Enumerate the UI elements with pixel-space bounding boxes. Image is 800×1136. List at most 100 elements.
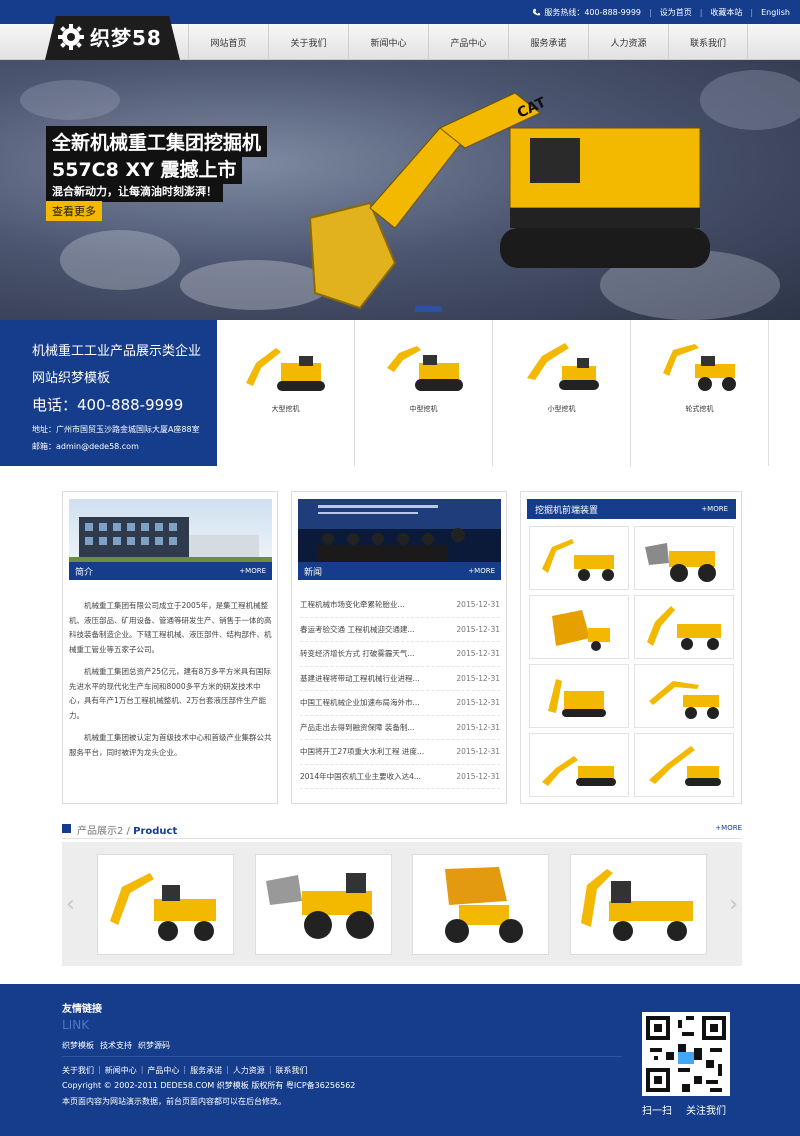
- nav-hr[interactable]: 人力资源: [588, 24, 668, 60]
- front-device-item[interactable]: [529, 733, 629, 797]
- front-device-item[interactable]: [529, 595, 629, 659]
- category-wheeled[interactable]: 轮式挖机: [631, 320, 769, 466]
- friend-links-en: LINK: [62, 1018, 90, 1032]
- scan-label: 扫一扫: [642, 1106, 672, 1117]
- footer-nav-products[interactable]: 产品中心: [147, 1065, 179, 1076]
- gear-logo-icon: [58, 23, 84, 50]
- carousel-next-arrow[interactable]: ›: [729, 892, 738, 917]
- small-excavator-image: [527, 343, 599, 390]
- product-showcase-more-link[interactable]: +MORE: [715, 824, 742, 832]
- news-header: 新闻 +MORE: [298, 562, 501, 580]
- wheeled-excavator-image: [663, 344, 736, 391]
- qr-labels: 扫一扫 关注我们: [642, 1102, 726, 1117]
- product-showcase-header: 产品展示2 / Product +MORE: [62, 822, 742, 837]
- qr-code: [642, 1012, 730, 1096]
- footer-nav-about[interactable]: 关于我们: [62, 1065, 94, 1076]
- nav-products[interactable]: 产品中心: [428, 24, 508, 60]
- intro-paragraph: 机械重工集团有限公司成立于2005年，是集工程机械整机、液压部品、矿用设备、管通…: [69, 601, 272, 654]
- news-item[interactable]: 中国工程机械企业加速布局海外市... 2015-12-31: [300, 691, 500, 716]
- main-nav: 网站首页 关于我们 新闻中心 产品中心 服务承诺 人力资源 联系我们: [188, 24, 748, 60]
- footer-nav-service[interactable]: 服务承诺: [190, 1065, 222, 1076]
- news-item[interactable]: 基建进程将带动工程机械行业进程... 2015-12-31: [300, 667, 500, 691]
- nav-contact[interactable]: 联系我们: [668, 24, 748, 60]
- intro-title: 简介: [75, 567, 94, 578]
- product-showcase-title: 产品展示2 / Product: [77, 826, 178, 837]
- carousel-item[interactable]: [255, 854, 392, 955]
- front-device-more-link[interactable]: +MORE: [701, 505, 728, 513]
- divider: [62, 838, 742, 839]
- news-ceremony-image: [298, 499, 501, 563]
- news-item[interactable]: 产品走出去得到融资保障 装备制... 2015-12-31: [300, 716, 500, 740]
- category-large[interactable]: 大型挖机: [217, 320, 355, 466]
- category-label: 小型挖机: [547, 405, 576, 413]
- medium-excavator-image: [387, 346, 463, 391]
- nav-service[interactable]: 服务承诺: [508, 24, 588, 60]
- nav-home[interactable]: 网站首页: [188, 24, 268, 60]
- set-home-link[interactable]: 设为首页: [660, 7, 692, 18]
- carousel-item[interactable]: [570, 854, 707, 955]
- footer-nav-contact[interactable]: 联系我们: [276, 1065, 308, 1076]
- footer-note: 本页面内容为网站演示数据，前台页面内容都可以在后台修改。: [62, 1097, 286, 1106]
- footer-divider: [62, 1056, 622, 1057]
- friend-links: 织梦模板 技术支持 织梦源码: [62, 1040, 170, 1051]
- info-email[interactable]: 邮箱：admin@dede58.com: [32, 441, 139, 452]
- front-device-item[interactable]: [634, 664, 734, 728]
- footer: 友情链接 LINK 织梦模板 技术支持 织梦源码 关于我们 | 新闻中心 | 产品中…: [0, 984, 800, 1136]
- carousel-prev-arrow[interactable]: ‹: [66, 892, 75, 917]
- carousel-item[interactable]: [97, 854, 234, 955]
- logo[interactable]: 织梦58: [58, 22, 162, 51]
- footer-nav-hr[interactable]: 人力资源: [233, 1065, 265, 1076]
- english-link[interactable]: English: [761, 8, 790, 17]
- category-small[interactable]: 小型挖机: [493, 320, 631, 466]
- news-item[interactable]: 2014年中国农机工业主要收入达4... 2015-12-31: [300, 765, 500, 789]
- hero-banner[interactable]: CAT 全新机械重工集团挖掘机 557C8 XY 震撼上市 混合新动力，让每滴油…: [0, 60, 800, 320]
- category-label: 轮式挖机: [685, 405, 714, 413]
- banner-subtitle: 混合新动力，让每滴油时刻澎湃！: [46, 180, 223, 202]
- friend-links-title: 友情链接: [62, 1004, 102, 1015]
- friend-link[interactable]: 织梦源码: [138, 1040, 170, 1051]
- front-device-item[interactable]: [634, 526, 734, 590]
- phone-icon: [533, 8, 541, 15]
- bookmark-link[interactable]: 收藏本站: [710, 7, 742, 18]
- info-phone: 电话：400-888-9999: [32, 396, 184, 414]
- news-more-link[interactable]: +MORE: [468, 567, 495, 575]
- news-item[interactable]: 中国将开工27项重大水利工程 进度... 2015-12-31: [300, 740, 500, 765]
- footer-nav: 关于我们 | 新闻中心 | 产品中心 | 服务承诺 | 人力资源 | 联系我们: [62, 1065, 308, 1076]
- front-device-item[interactable]: [634, 733, 734, 797]
- front-device-item[interactable]: [634, 595, 734, 659]
- carousel-item[interactable]: [412, 854, 549, 955]
- intro-paragraph: 机械重工集团总资产25亿元，建有8万多平方米具有国际先进水平的现代化生产车间和8…: [69, 667, 271, 720]
- excavator-image: CAT: [308, 92, 710, 310]
- news-item[interactable]: 转变经济增长方式 打破雾霾天气... 2015-12-31: [300, 642, 500, 667]
- company-building-image: [69, 499, 272, 563]
- footer-nav-news[interactable]: 新闻中心: [105, 1065, 137, 1076]
- intro-more-link[interactable]: +MORE: [239, 567, 266, 575]
- info-line1: 机械重工工业产品展示类企业: [32, 344, 202, 359]
- section-square-icon: [62, 824, 71, 833]
- friend-link[interactable]: 织梦模板: [62, 1040, 94, 1051]
- news-item[interactable]: 工程机械市场变化牵累轮胎业... 2015-12-31: [300, 593, 500, 618]
- intro-paragraph: 机械重工集团被认定为首级技术中心和首级产业集群公共服务平台，同时被评为龙头企业。: [69, 733, 272, 757]
- nav-news[interactable]: 新闻中心: [348, 24, 428, 60]
- product-carousel: ‹ ›: [62, 842, 742, 966]
- news-list: 工程机械市场变化牵累轮胎业... 2015-12-31 春运考验交通 工程机械迎交…: [300, 593, 500, 789]
- front-device-header: 挖掘机前端装置 +MORE: [527, 499, 736, 519]
- wheeled-excavator-image: [581, 869, 693, 941]
- front-device-item[interactable]: [529, 664, 629, 728]
- logo-text: 织梦58: [90, 26, 162, 50]
- hotline: 服务热线：400-888-9999: [532, 7, 641, 18]
- category-medium[interactable]: 中型挖机: [355, 320, 493, 466]
- news-item[interactable]: 春运考验交通 工程机械迎交通建... 2015-12-31: [300, 618, 500, 642]
- front-device-item[interactable]: [529, 526, 629, 590]
- top-links: 服务热线：400-888-9999 | 设为首页 | 收藏本站 | Englis…: [532, 0, 790, 24]
- front-device-title: 挖掘机前端装置: [535, 505, 599, 516]
- friend-link[interactable]: 技术支持: [100, 1040, 132, 1051]
- banner-more-button[interactable]: 查看更多: [46, 201, 102, 221]
- nav-about[interactable]: 关于我们: [268, 24, 348, 60]
- wheeled-excavator-image: [110, 873, 216, 941]
- intro-text: 机械重工集团有限公司成立于2005年，是集工程机械整机、液压部品、矿用设备、管通…: [69, 599, 272, 768]
- copyright: Copyright © 2002-2011 DEDE58.COM 织梦模板 版权…: [62, 1081, 356, 1090]
- intro-header: 简介 +MORE: [69, 562, 272, 580]
- banner-slide-indicator[interactable]: [415, 306, 442, 312]
- category-label: 中型挖机: [409, 405, 438, 413]
